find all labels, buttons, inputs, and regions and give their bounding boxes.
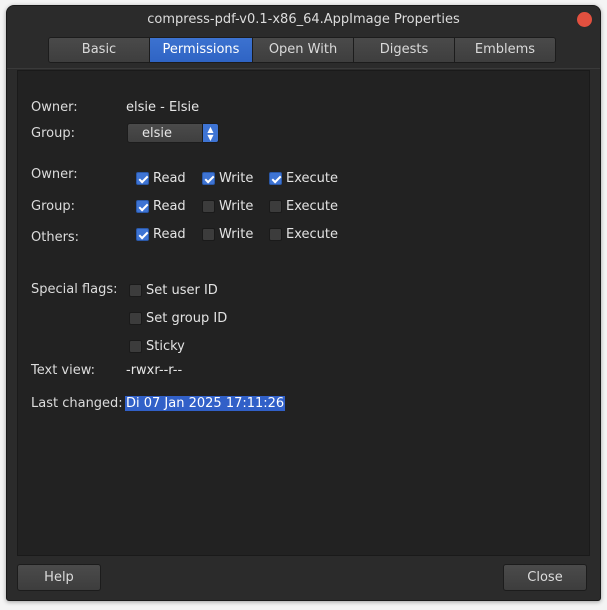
group-read-checkbox[interactable]: Read	[136, 197, 186, 215]
tab-emblems[interactable]: Emblems	[455, 38, 555, 62]
checkbox-unchecked-icon	[202, 227, 215, 241]
permissions-panel: Owner: elsie - Elsie Group: elsie ▲ ▼ Own…	[17, 70, 590, 556]
others-read-checkbox[interactable]: Read	[136, 225, 186, 243]
execute-label: Execute	[286, 170, 338, 186]
checkbox-unchecked-icon	[269, 227, 282, 241]
group-write-checkbox[interactable]: Write	[202, 197, 253, 215]
title-bar[interactable]: compress-pdf-v0.1-x86_64.AppImage Proper…	[7, 6, 600, 33]
checkbox-checked-icon	[269, 171, 282, 185]
perm-owner-label: Owner:	[31, 167, 78, 182]
checkbox-unchecked-icon	[129, 339, 142, 353]
set-user-id-label: Set user ID	[146, 282, 218, 298]
checkbox-unchecked-icon	[202, 199, 215, 213]
window-title: compress-pdf-v0.1-x86_64.AppImage Proper…	[147, 12, 460, 27]
group-select-value: elsie	[142, 126, 172, 141]
set-group-id-checkbox[interactable]: Set group ID	[129, 309, 227, 327]
last-changed-label: Last changed:	[31, 396, 123, 411]
read-label: Read	[153, 226, 186, 242]
checkbox-checked-icon	[202, 171, 215, 185]
owner-value: elsie - Elsie	[126, 100, 200, 115]
updown-arrows-icon[interactable]: ▲ ▼	[202, 123, 219, 143]
tab-open-with[interactable]: Open With	[253, 38, 354, 62]
checkbox-unchecked-icon	[129, 283, 142, 297]
last-changed-value[interactable]: Di 07 Jan 2025 17:11:26	[125, 396, 286, 411]
owner-execute-checkbox[interactable]: Execute	[269, 169, 338, 187]
others-write-checkbox[interactable]: Write	[202, 225, 253, 243]
owner-label: Owner:	[31, 100, 78, 115]
group-select[interactable]: elsie ▲ ▼	[127, 123, 219, 143]
tab-digests[interactable]: Digests	[354, 38, 455, 62]
write-label: Write	[219, 170, 254, 186]
execute-label: Execute	[286, 226, 338, 242]
checkbox-checked-icon	[136, 171, 149, 185]
owner-read-checkbox[interactable]: Read	[136, 169, 186, 187]
tab-permissions[interactable]: Permissions	[150, 38, 253, 62]
text-view-value: -rwxr--r--	[126, 363, 183, 378]
execute-label: Execute	[286, 198, 338, 214]
tab-basic[interactable]: Basic	[49, 38, 150, 62]
group-label: Group:	[31, 126, 75, 141]
tab-group: Basic Permissions Open With Digests Embl…	[48, 37, 556, 63]
checkbox-unchecked-icon	[129, 311, 142, 325]
perm-group-label: Group:	[31, 199, 75, 214]
read-label: Read	[153, 170, 186, 186]
write-label: Write	[219, 198, 254, 214]
owner-write-checkbox[interactable]: Write	[202, 169, 253, 187]
special-flags-label: Special flags:	[31, 282, 118, 297]
group-execute-checkbox[interactable]: Execute	[269, 197, 338, 215]
write-label: Write	[219, 226, 254, 242]
tab-bar: Basic Permissions Open With Digests Embl…	[7, 33, 600, 69]
close-button[interactable]: Close	[503, 564, 587, 591]
sticky-checkbox[interactable]: Sticky	[129, 337, 185, 355]
checkbox-checked-icon	[136, 199, 149, 213]
sticky-label: Sticky	[146, 338, 185, 354]
last-changed-selected-text[interactable]: Di 07 Jan 2025 17:11:26	[125, 396, 286, 411]
checkbox-checked-icon	[136, 227, 149, 241]
read-label: Read	[153, 198, 186, 214]
properties-window: compress-pdf-v0.1-x86_64.AppImage Proper…	[6, 5, 601, 601]
others-execute-checkbox[interactable]: Execute	[269, 225, 338, 243]
perm-others-label: Others:	[31, 230, 80, 245]
checkbox-unchecked-icon	[269, 199, 282, 213]
window-close-icon[interactable]	[577, 12, 592, 27]
text-view-label: Text view:	[31, 363, 96, 378]
set-group-id-label: Set group ID	[146, 310, 228, 326]
help-button[interactable]: Help	[17, 564, 101, 591]
set-user-id-checkbox[interactable]: Set user ID	[129, 281, 218, 299]
